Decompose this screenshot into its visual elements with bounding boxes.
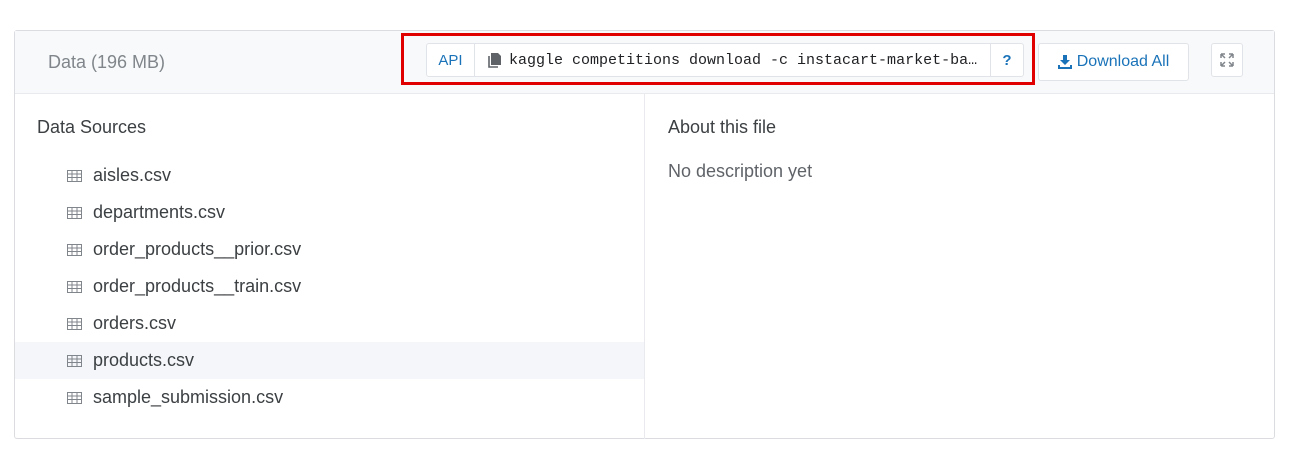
file-item-sample-submission[interactable]: sample_submission.csv <box>15 379 644 416</box>
data-sources-title: Data Sources <box>37 117 147 137</box>
download-all-label: Download All <box>1076 53 1170 70</box>
table-icon <box>67 243 82 256</box>
file-name: orders.csv <box>93 313 177 333</box>
table-icon <box>67 206 82 219</box>
file-item-departments[interactable]: departments.csv <box>15 194 644 231</box>
file-name: products.csv <box>93 350 195 370</box>
file-name: order_products__prior.csv <box>93 239 302 259</box>
about-file-title: About this file <box>668 117 777 137</box>
data-sources-pane: Data Sources aisles.csv departments.csv … <box>15 94 645 439</box>
file-item-aisles[interactable]: aisles.csv <box>15 157 644 194</box>
download-all-button[interactable]: Download All <box>1038 43 1189 81</box>
file-name: departments.csv <box>93 202 226 222</box>
expand-icon <box>1220 53 1234 67</box>
about-file-pane: About this file No description yet <box>645 94 1274 439</box>
table-icon <box>67 280 82 293</box>
file-name: order_products__train.csv <box>93 276 302 296</box>
download-icon <box>1057 55 1072 69</box>
expand-button[interactable] <box>1211 43 1243 77</box>
data-panel: Data (196 MB) API kaggle competitions do… <box>14 30 1275 439</box>
file-name: sample_submission.csv <box>93 387 284 407</box>
table-icon <box>67 169 82 182</box>
api-highlight-box <box>401 33 1035 85</box>
table-icon <box>67 391 82 404</box>
file-item-order-products-prior[interactable]: order_products__prior.csv <box>15 231 644 268</box>
file-name: aisles.csv <box>93 165 172 185</box>
file-item-orders[interactable]: orders.csv <box>15 305 644 342</box>
table-icon <box>67 317 82 330</box>
file-item-order-products-train[interactable]: order_products__train.csv <box>15 268 644 305</box>
table-icon <box>67 354 82 367</box>
file-list: aisles.csv departments.csv order_product… <box>15 157 644 416</box>
data-panel-title: Data (196 MB) <box>48 52 166 72</box>
file-item-products[interactable]: products.csv <box>15 342 644 379</box>
data-panel-header: Data (196 MB) API kaggle competitions do… <box>15 31 1274 94</box>
file-description: No description yet <box>668 161 813 181</box>
